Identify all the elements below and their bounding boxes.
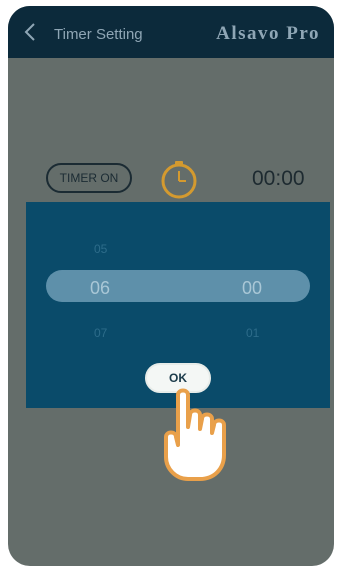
time-picker: 05 06 00 07 01 OK bbox=[26, 202, 330, 408]
header-bar: Timer Setting Alsavo Pro bbox=[8, 6, 334, 58]
timer-time-display: 00:00 bbox=[252, 167, 305, 190]
hour-prev-value[interactable]: 05 bbox=[94, 242, 107, 256]
hour-selected-value[interactable]: 06 bbox=[90, 278, 110, 299]
chevron-left-icon[interactable] bbox=[22, 22, 40, 42]
page-title: Timer Setting bbox=[54, 26, 143, 43]
hour-next-value[interactable]: 07 bbox=[94, 326, 107, 340]
brand-logo: Alsavo Pro bbox=[216, 23, 320, 44]
picker-selection-bar bbox=[46, 270, 310, 302]
pointing-hand-icon bbox=[164, 388, 226, 481]
clock-icon bbox=[161, 161, 197, 199]
minute-selected-value[interactable]: 00 bbox=[242, 278, 262, 299]
timer-on-button[interactable]: TIMER ON bbox=[46, 163, 132, 193]
minute-next-value[interactable]: 01 bbox=[246, 326, 259, 340]
app-screen: Timer Setting Alsavo Pro TIMER ON 00:00 … bbox=[8, 6, 334, 566]
